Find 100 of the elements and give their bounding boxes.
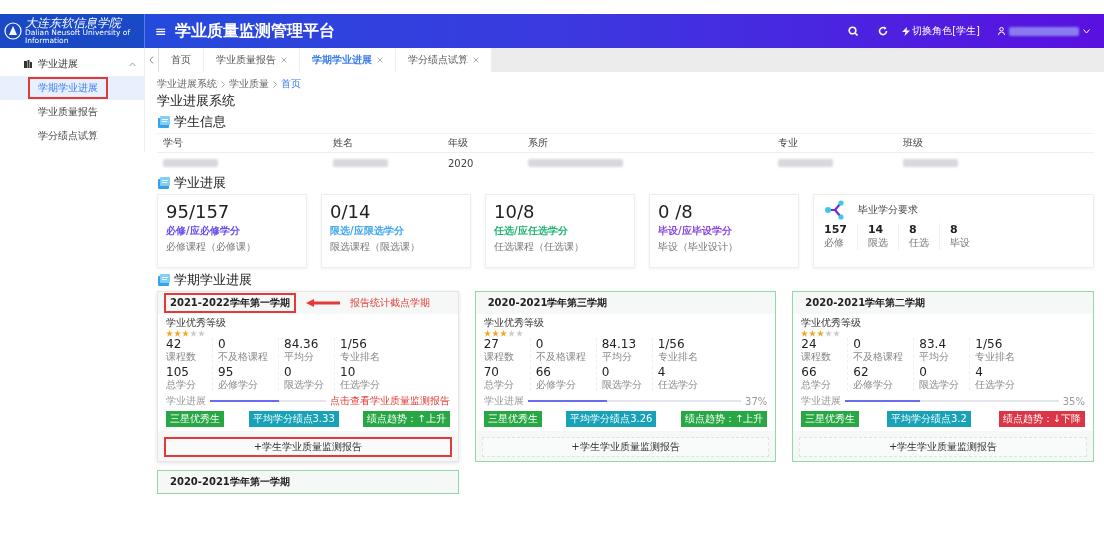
tab[interactable]: 学分绩点试算 [396,48,492,72]
stat-value: 1/56 [340,338,368,351]
progress-label: 学业进展 [801,394,842,409]
column-header: 学号 [157,133,327,153]
breadcrumb-link[interactable]: 学业质量 [229,77,269,91]
sidebar-item[interactable]: 学期学业进展 [0,76,144,100]
redacted-text [778,159,833,167]
credit-value: 10/8 [494,201,536,222]
semester-title: 2021-2022学年第一学期 [164,293,296,313]
scroll-left-icon[interactable] [145,48,159,72]
report-button[interactable]: +学生学业质量监测报告 [799,437,1087,458]
refresh-icon[interactable] [878,26,889,36]
status-badge: 绩点趋势：↑上升 [680,411,768,428]
stat-label: 平均分 [284,351,315,364]
report-button[interactable]: +学生学业质量监测报告 [164,437,452,458]
user-icon [998,27,1005,35]
status-badge: 平均学分绩点3.26 [566,411,657,428]
close-icon[interactable] [281,57,287,63]
arrow-icon [305,299,340,307]
requirement-value: 157 [824,223,847,236]
progress-label: 学业进展 [166,394,206,409]
stat-value: 70 [483,366,500,380]
stat-label: 不及格课程 [853,351,905,364]
status-badge: 绩点趋势：↓下降 [998,411,1085,428]
stat-label: 专业排名 [340,351,381,364]
status-badge: 三星优秀生 [801,411,860,428]
stat-label: 课程数 [166,351,197,364]
credit-value: 0/14 [330,201,372,222]
stat-value: 0 [284,366,293,380]
stat-label: 总学分 [801,379,833,392]
stat-label: 任选学分 [975,379,1017,392]
tab[interactable]: 学期学业进展 [300,48,396,72]
credit-label: 限选/应限选学分 [330,224,405,238]
stat-value: 42 [166,338,183,352]
stat-label: 总学分 [166,379,197,392]
menu-button[interactable]: ≡ [155,23,167,39]
credit-sublabel: 毕设（毕业设计） [658,240,739,254]
network-icon [824,200,846,220]
section-title: 学生信息 [174,113,226,131]
stat-label: 任选学分 [340,379,381,392]
chevron-icon [221,80,225,88]
close-icon[interactable] [473,57,479,63]
semester-title: 2020-2021学年第二学期 [804,296,927,310]
stat-label: 任选学分 [657,379,699,392]
breadcrumb-link[interactable]: 首页 [281,77,301,91]
lightning-icon [902,26,911,36]
sidebar-group[interactable]: 学业进展 [0,52,144,76]
status-badge: 三星优秀生 [483,411,542,428]
stat-value: 1/56 [657,338,686,351]
credit-label: 必修/应必修学分 [166,224,241,238]
breadcrumb-link[interactable]: 学业进展系统 [157,77,217,91]
credit-sublabel: 限选课程（限选课） [330,240,421,254]
page-title: 学业进展系统 [157,92,236,110]
requirement-title: 毕业学分要求 [858,203,918,217]
tab[interactable]: 学业质量报告 [204,48,300,72]
credit-label: 任选/应任选学分 [494,224,569,238]
logo-text: 大连东软信息学院 [25,17,123,30]
sidebar-item[interactable]: 学业质量报告 [0,100,144,124]
stat-value: 66 [801,366,818,380]
stat-label: 限选学分 [284,379,325,392]
close-icon[interactable] [377,57,383,63]
section-title: 学业进展 [174,174,226,192]
annotation-text: 报告统计截点学期 [349,296,430,310]
redacted-text [903,159,958,167]
stat-value: 95 [218,366,235,380]
app-title: 学业质量监测管理平台 [174,20,336,42]
progress-percent: 37% [745,395,768,407]
grade-label: 学业优秀等级 [801,316,863,330]
tab[interactable]: 首页 [159,48,204,72]
semester-title: 2020-2021学年第三学期 [486,296,609,310]
redacted-text [333,159,388,167]
stat-value: 4 [975,366,984,380]
stat-label: 必修学分 [218,379,259,392]
stat-value: 0 [218,338,227,352]
search-icon[interactable] [848,26,859,36]
requirement-value: 14 [867,223,885,236]
status-badge: 绩点趋势：↑上升 [363,411,450,428]
stat-label: 专业排名 [975,351,1017,364]
redacted-text [163,159,218,167]
requirement-label: 毕设 [949,236,970,250]
switch-role-button[interactable]: 切换角色[学生] [902,24,980,38]
stat-label: 平均分 [919,351,951,364]
stat-value: 0 [601,366,611,380]
stat-label: 专业排名 [657,351,699,364]
status-badge: 平均学分绩点3.33 [248,411,339,428]
status-badge: 平均学分绩点3.2 [887,411,971,428]
sidebar-item[interactable]: 学分绩点试算 [0,124,144,148]
column-header: 专业 [772,133,897,153]
caret-icon[interactable] [1083,28,1090,34]
stat-value: 83.4 [919,338,948,352]
stat-value: 84.13 [601,338,637,352]
progress-percent: 35% [1062,395,1085,407]
stat-label: 限选学分 [601,379,643,392]
credit-label: 毕设/应毕设学分 [658,224,733,238]
stat-label: 不及格课程 [535,351,587,364]
annotation-text: 点击查看学业质量监测报告 [329,394,450,409]
stat-value: 66 [535,366,552,380]
credit-sublabel: 必修课程（必修课） [166,240,257,254]
status-badge: 三星优秀生 [166,411,224,428]
report-button[interactable]: +学生学业质量监测报告 [481,437,770,458]
